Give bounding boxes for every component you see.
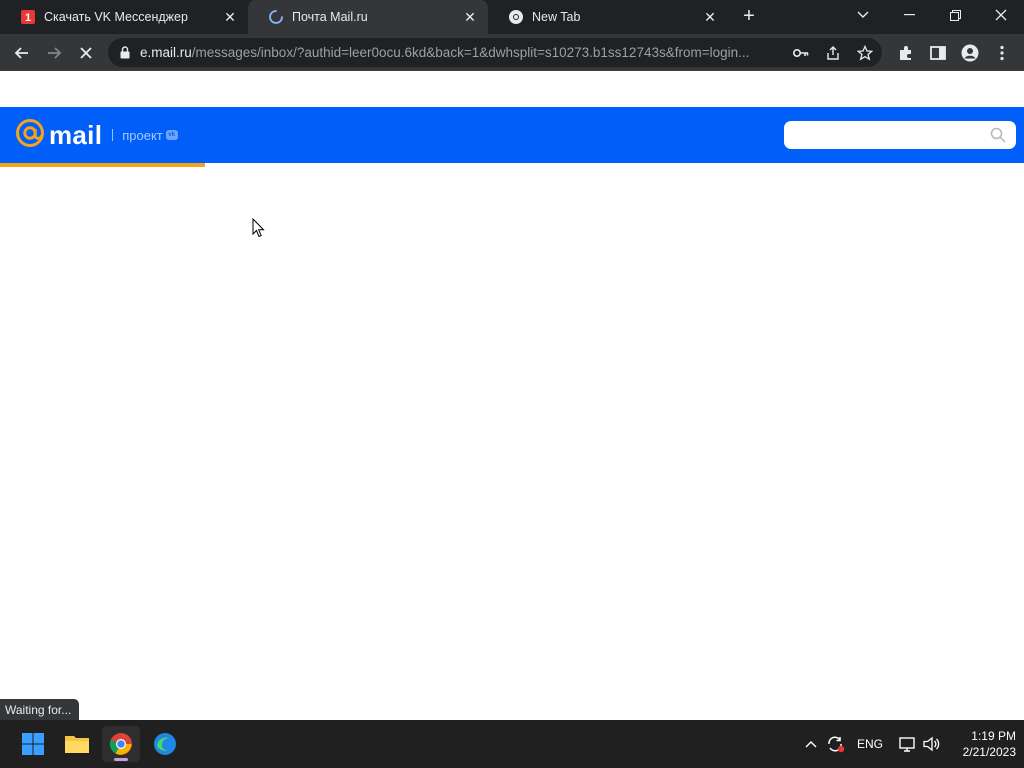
close-icon[interactable]: ✕ bbox=[222, 9, 238, 25]
extensions-icon[interactable] bbox=[893, 40, 919, 66]
search-icon[interactable] bbox=[990, 127, 1006, 143]
mail-search[interactable] bbox=[784, 121, 1016, 149]
file-explorer-icon[interactable] bbox=[58, 726, 96, 762]
system-clock[interactable]: 1:19 PM 2/21/2023 bbox=[944, 728, 1016, 760]
close-icon[interactable]: ✕ bbox=[462, 9, 478, 25]
tab-title: New Tab bbox=[532, 10, 581, 24]
project-label: проект bbox=[122, 127, 163, 143]
clock-date: 2/21/2023 bbox=[962, 745, 1016, 759]
sync-alert-icon[interactable] bbox=[825, 720, 847, 768]
show-hidden-icons-chevron-icon[interactable] bbox=[801, 720, 821, 768]
logo-wordmark: mail bbox=[49, 119, 103, 150]
address-bar[interactable]: e.mail.ru/messages/inbox/?authid=leer0oc… bbox=[108, 38, 882, 67]
forward-button[interactable] bbox=[41, 40, 67, 66]
restore-button[interactable] bbox=[932, 0, 978, 30]
url-path: /messages/inbox/?authid=leer0ocu.6kd&bac… bbox=[191, 45, 750, 60]
tab-search-chevron-icon[interactable] bbox=[840, 0, 886, 30]
clock-time: 1:19 PM bbox=[971, 729, 1016, 743]
url-host: e.mail.ru bbox=[140, 45, 192, 60]
bookmark-star-icon[interactable] bbox=[854, 42, 876, 64]
mouse-cursor-icon bbox=[252, 217, 266, 238]
site-red-icon: 1 bbox=[20, 9, 36, 25]
profile-avatar-icon[interactable] bbox=[957, 40, 983, 66]
share-icon[interactable] bbox=[822, 42, 844, 64]
taskbar: ENG 1:19 PM 2/21/2023 bbox=[0, 720, 1024, 768]
loading-progress-bar bbox=[0, 163, 205, 167]
key-icon[interactable] bbox=[790, 42, 812, 64]
tab-vk-download[interactable]: 1 Скачать VK Мессенджер ✕ bbox=[0, 0, 248, 34]
close-icon[interactable]: ✕ bbox=[702, 9, 718, 25]
url-text[interactable]: e.mail.ru/messages/inbox/?authid=leer0oc… bbox=[140, 45, 780, 60]
volume-icon[interactable] bbox=[921, 720, 943, 768]
svg-text:1: 1 bbox=[25, 12, 31, 24]
network-icon[interactable] bbox=[897, 720, 919, 768]
search-input[interactable] bbox=[792, 125, 982, 145]
chrome-taskbar-icon[interactable] bbox=[102, 726, 140, 762]
tab-strip: 1 Скачать VK Мессенджер ✕ Почта Mail.ru … bbox=[0, 0, 1024, 34]
mail-logo[interactable]: mail проект vk bbox=[15, 118, 178, 153]
language-indicator[interactable]: ENG bbox=[854, 720, 886, 768]
start-icon[interactable] bbox=[14, 726, 52, 762]
minimize-button[interactable] bbox=[886, 0, 932, 30]
tab-mail-ru[interactable]: Почта Mail.ru ✕ bbox=[248, 0, 488, 34]
browser-toolbar: e.mail.ru/messages/inbox/?authid=leer0oc… bbox=[0, 34, 1024, 71]
chrome-icon bbox=[508, 9, 524, 25]
side-panel-icon[interactable] bbox=[925, 40, 951, 66]
status-bubble: Waiting for... bbox=[0, 699, 80, 720]
stop-loading-button[interactable] bbox=[73, 40, 99, 66]
loading-spinner-icon bbox=[268, 9, 284, 25]
logo-divider bbox=[112, 129, 114, 141]
back-button[interactable] bbox=[9, 40, 35, 66]
screen: 1 Скачать VK Мессенджер ✕ Почта Mail.ru … bbox=[0, 0, 1024, 768]
lock-icon[interactable] bbox=[118, 46, 132, 59]
edge-icon[interactable] bbox=[146, 726, 184, 762]
close-window-button[interactable] bbox=[978, 0, 1024, 30]
vk-badge: vk bbox=[165, 130, 178, 140]
menu-kebab-icon[interactable] bbox=[989, 40, 1015, 66]
mail-header: mail проект vk bbox=[0, 107, 1024, 163]
active-app-indicator bbox=[114, 758, 128, 761]
tab-title: Почта Mail.ru bbox=[292, 10, 368, 24]
tab-new-tab[interactable]: New Tab ✕ bbox=[488, 0, 728, 34]
page-viewport: mail проект vk bbox=[0, 71, 1024, 720]
at-sign-icon bbox=[15, 118, 45, 153]
new-tab-button[interactable]: + bbox=[738, 5, 760, 27]
tab-title: Скачать VK Мессенджер bbox=[44, 10, 188, 24]
